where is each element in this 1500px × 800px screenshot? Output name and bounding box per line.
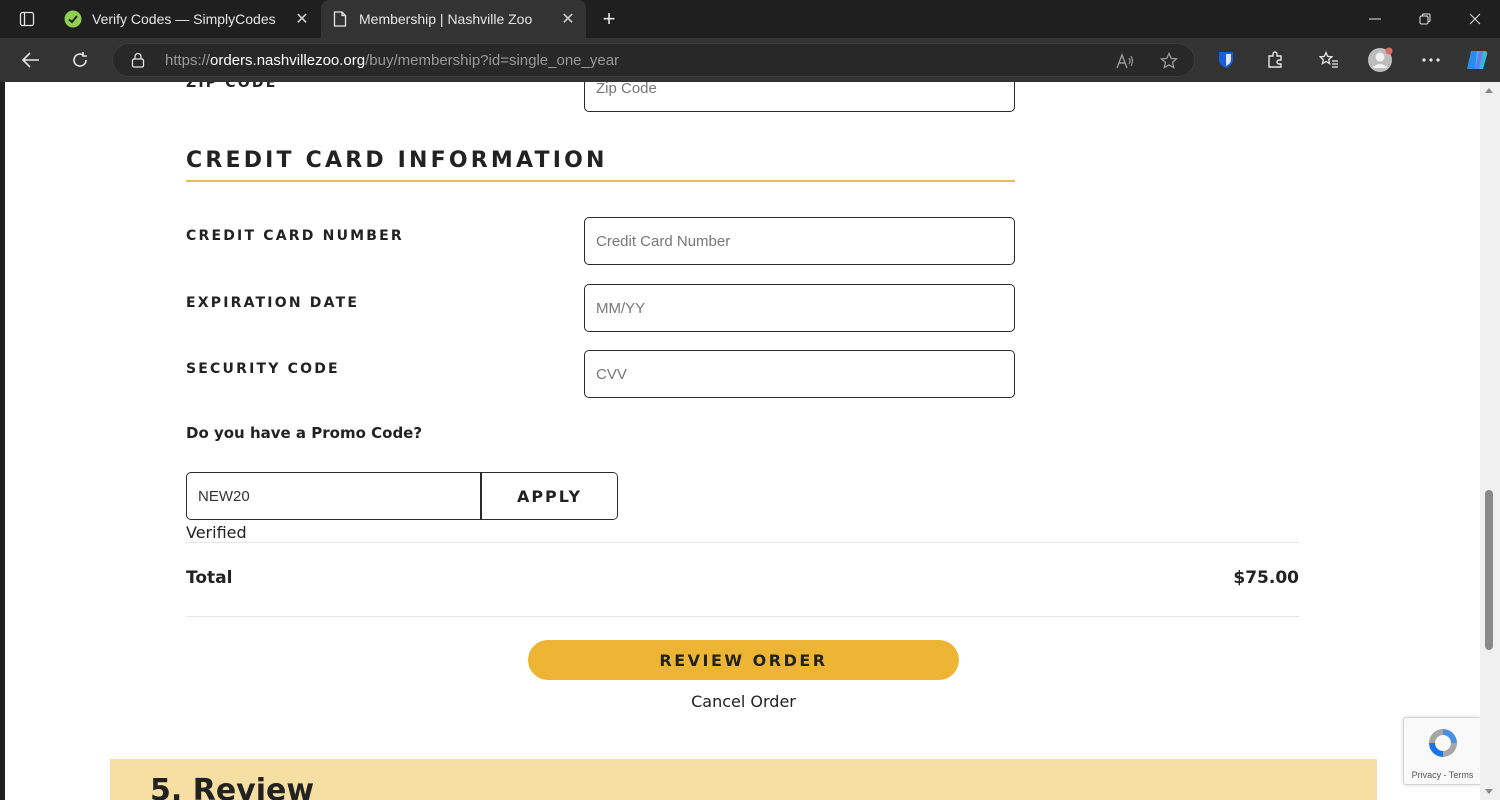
simplycodes-icon	[64, 10, 82, 28]
restore-icon[interactable]	[1400, 0, 1450, 38]
url-host: orders.nashvillezoo.org	[210, 52, 366, 69]
tab-simplycodes[interactable]: Verify Codes — SimplyCodes ✕	[54, 0, 320, 38]
tab-title: Membership | Nashville Zoo	[359, 11, 533, 27]
total-divider-bottom	[186, 616, 1299, 617]
close-window-icon[interactable]	[1450, 0, 1500, 38]
cancel-order-link[interactable]: Cancel Order	[528, 692, 959, 711]
zip-code-field[interactable]	[584, 82, 1015, 112]
page-viewport: ZIP CODE CREDIT CARD INFORMATION CREDIT …	[5, 82, 1480, 800]
security-code-input[interactable]	[585, 351, 1014, 397]
expiration-date-label: EXPIRATION DATE	[186, 295, 360, 311]
scrollbar-thumb[interactable]	[1485, 490, 1493, 650]
expiration-date-field[interactable]	[584, 284, 1015, 332]
card-number-label: CREDIT CARD NUMBER	[186, 228, 404, 244]
read-aloud-icon[interactable]	[1114, 50, 1136, 72]
refresh-icon[interactable]	[64, 44, 96, 76]
zip-code-input[interactable]	[585, 82, 1014, 111]
promo-code-question: Do you have a Promo Code?	[186, 424, 423, 442]
lock-icon[interactable]	[131, 52, 145, 73]
copilot-icon[interactable]	[1461, 44, 1493, 76]
close-tab-icon[interactable]: ✕	[290, 7, 314, 31]
browser-tab-bar: Verify Codes — SimplyCodes ✕ Membership …	[0, 0, 1500, 38]
review-section-title: 5. Review	[150, 773, 315, 800]
security-code-field[interactable]	[584, 350, 1015, 398]
browser-toolbar: https://orders.nashvillezoo.org/buy/memb…	[0, 38, 1500, 82]
minimize-icon[interactable]	[1350, 0, 1400, 38]
card-number-input[interactable]	[585, 218, 1014, 264]
total-value: $75.00	[1233, 568, 1299, 588]
promo-code-input[interactable]	[187, 473, 481, 519]
url-text: https://orders.nashvillezoo.org/buy/memb…	[165, 52, 619, 69]
page-icon	[331, 10, 349, 28]
tab-title: Verify Codes — SimplyCodes	[92, 11, 276, 27]
promo-code-group: APPLY	[186, 472, 618, 520]
section-divider	[186, 180, 1015, 182]
zip-code-label: ZIP CODE	[186, 82, 278, 91]
recaptcha-terms[interactable]: Privacy - Terms	[1404, 770, 1480, 780]
security-code-label: SECURITY CODE	[186, 361, 340, 377]
recaptcha-badge[interactable]: Privacy - Terms	[1403, 717, 1480, 785]
url-path: /buy/membership?id=single_one_year	[365, 52, 620, 69]
review-order-button[interactable]: REVIEW ORDER	[528, 640, 959, 680]
total-label: Total	[186, 568, 233, 588]
favorite-star-icon[interactable]	[1158, 50, 1180, 72]
tab-actions-icon[interactable]	[10, 7, 44, 31]
close-tab-icon[interactable]: ✕	[556, 7, 580, 31]
bitwarden-shield-icon[interactable]	[1210, 44, 1242, 76]
back-icon[interactable]	[15, 44, 47, 76]
page-scrollbar[interactable]	[1480, 82, 1500, 800]
section-title: CREDIT CARD INFORMATION	[186, 148, 608, 173]
new-tab-icon[interactable]: +	[596, 6, 622, 31]
url-scheme: https://	[165, 52, 211, 69]
extensions-icon[interactable]	[1259, 44, 1291, 76]
tab-nashville-zoo[interactable]: Membership | Nashville Zoo ✕	[321, 0, 586, 38]
expiration-date-input[interactable]	[585, 285, 1014, 331]
total-divider-top	[186, 542, 1299, 543]
apply-promo-button[interactable]: APPLY	[482, 473, 617, 519]
profile-avatar[interactable]	[1364, 44, 1396, 76]
scroll-up-icon[interactable]	[1485, 88, 1493, 93]
scroll-down-icon[interactable]	[1485, 789, 1493, 794]
card-number-field[interactable]	[584, 217, 1015, 265]
review-section: 5. Review	[110, 759, 1377, 800]
more-options-icon[interactable]	[1415, 44, 1447, 76]
favorites-icon[interactable]	[1313, 44, 1345, 76]
promo-status-text: Verified	[186, 523, 247, 542]
recaptcha-icon	[1426, 726, 1460, 765]
address-bar[interactable]: https://orders.nashvillezoo.org/buy/memb…	[112, 43, 1195, 77]
